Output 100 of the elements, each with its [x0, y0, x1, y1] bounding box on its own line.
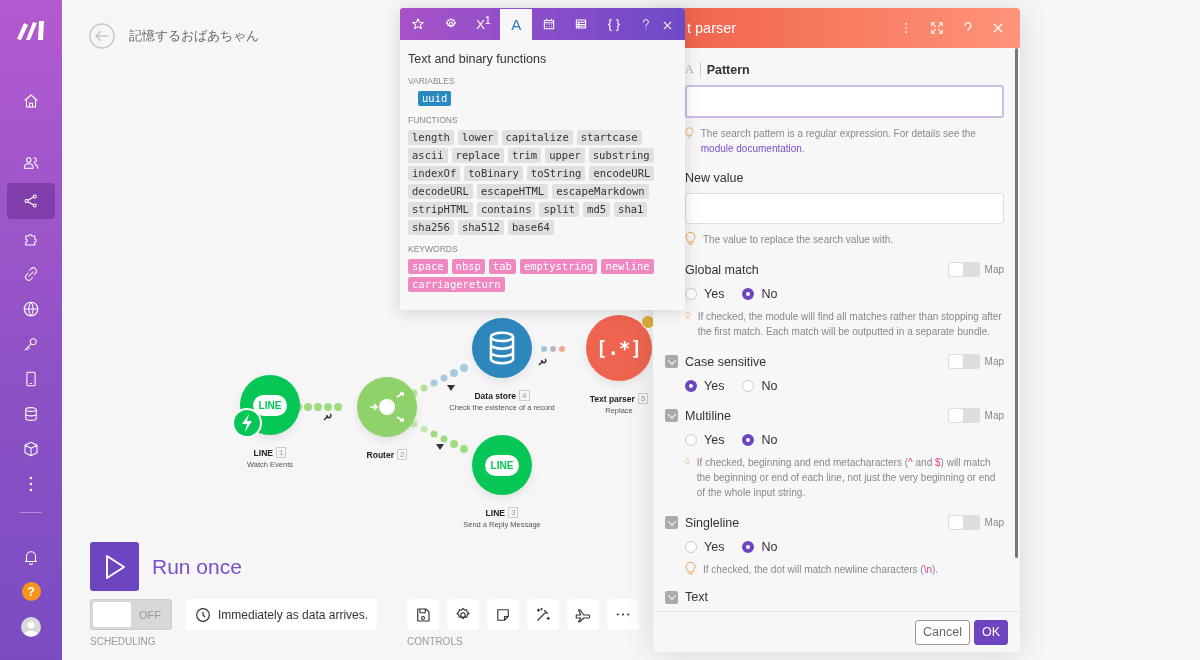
cancel-button[interactable]: Cancel [915, 619, 970, 645]
function-chip[interactable]: substring [588, 148, 654, 163]
data-store-module[interactable] [472, 318, 532, 378]
avatar-icon[interactable] [21, 617, 41, 637]
ok-button[interactable]: OK [973, 619, 1008, 645]
function-chip[interactable]: ascii [408, 148, 448, 163]
map-label: Map [984, 517, 1004, 528]
wrench-icon[interactable] [538, 358, 547, 366]
radio-option[interactable]: Yes [685, 379, 725, 393]
map-toggle[interactable] [947, 262, 980, 277]
checkbox[interactable] [665, 409, 678, 422]
text-input[interactable] [685, 193, 1004, 224]
hint-text: If checked, the module will find all matches rather than stopping after the first match. Each match will be outputted in a separate bundle. [697, 310, 1003, 339]
field-label: Global match [685, 262, 760, 277]
checkbox[interactable] [665, 590, 678, 604]
function-chip[interactable]: base64 [507, 220, 554, 235]
airplane-button[interactable] [567, 599, 600, 630]
variable-chip[interactable]: uuid [418, 91, 452, 106]
module-number: 5 [637, 393, 649, 404]
more-icon [616, 613, 631, 616]
scheduling-caption: SCHEDULING [90, 636, 157, 647]
checkbox[interactable] [665, 355, 678, 368]
more-icon [29, 476, 33, 492]
settings-button[interactable] [447, 599, 480, 630]
function-chip[interactable]: sha256 [408, 220, 454, 235]
radio-option[interactable]: No [742, 540, 778, 554]
function-chip[interactable]: startcase [576, 130, 642, 145]
router-module[interactable] [357, 377, 417, 437]
function-chip[interactable]: contains [476, 202, 536, 217]
field-label: Pattern [706, 62, 751, 77]
text-input[interactable] [685, 85, 1004, 118]
magic-wand-button[interactable] [527, 599, 560, 630]
module-name: Router [366, 449, 394, 460]
radio-option[interactable]: Yes [685, 433, 725, 447]
function-chip[interactable]: indexOf [408, 166, 461, 181]
function-chip[interactable]: decodeURL [408, 184, 473, 199]
share-icon [22, 192, 40, 210]
function-chip[interactable]: capitalize [501, 130, 573, 145]
radio-option[interactable]: No [742, 287, 778, 301]
radio-option[interactable]: No [742, 433, 778, 447]
function-chip[interactable]: toBinary [464, 166, 523, 181]
lightbulb-icon [685, 562, 696, 576]
function-chip[interactable]: encodeURL [589, 166, 655, 181]
tab[interactable]: { } [597, 9, 631, 38]
function-chip[interactable]: lower [457, 130, 498, 145]
scenario-title: 記憶するおばあちゃん [129, 27, 259, 45]
tab[interactable]: A [499, 9, 533, 40]
function-chip[interactable]: sha1 [614, 202, 648, 217]
panel-title: t parser [687, 20, 738, 36]
database-icon [22, 405, 40, 423]
popup-title: Text and binary functions [408, 52, 548, 66]
checkbox[interactable] [665, 516, 678, 529]
connector [410, 364, 468, 397]
field-label: Case sensitive [685, 354, 768, 369]
filter-icon[interactable] [447, 385, 455, 391]
function-chip[interactable]: md5 [583, 202, 611, 217]
hint-text: The search pattern is a regular expression. For details see the module documentation. [700, 127, 977, 156]
bell-icon[interactable] [22, 548, 40, 566]
function-chip[interactable]: length [408, 130, 454, 145]
function-chip[interactable]: trim [507, 148, 542, 163]
controls-caption: CONTROLS [407, 636, 464, 647]
lightning-icon[interactable] [232, 408, 262, 438]
star-icon [411, 16, 426, 31]
map-label: Map [984, 264, 1004, 275]
hint-text: If checked, the dot will match newline characters (\n). [703, 563, 939, 577]
function-chip[interactable]: toString [526, 166, 586, 181]
save-button[interactable] [407, 599, 440, 630]
help-icon[interactable] [961, 21, 975, 35]
filter-icon[interactable] [436, 444, 444, 450]
note-button[interactable] [487, 599, 520, 630]
function-chip[interactable]: escapeMarkdown [552, 184, 649, 199]
connector [541, 346, 565, 352]
calendar-icon [541, 16, 556, 31]
function-chip[interactable]: escapeHTML [476, 184, 549, 199]
radio-option[interactable]: No [742, 379, 778, 393]
function-chip[interactable]: replace [451, 148, 504, 163]
function-chip[interactable]: stripHTML [408, 202, 473, 217]
field-label: Multiline [685, 408, 732, 423]
function-chip[interactable]: sha512 [457, 220, 504, 235]
map-toggle[interactable] [947, 354, 980, 369]
expand-icon[interactable] [930, 21, 944, 35]
radio-option[interactable]: Yes [685, 540, 725, 554]
function-chip[interactable]: upper [545, 148, 585, 163]
tab[interactable]: X$^{1}$ [467, 9, 500, 38]
module-name: LINE [253, 447, 273, 458]
map-toggle[interactable] [947, 515, 980, 530]
key-icon [22, 335, 40, 353]
magic-wand-icon [534, 605, 553, 624]
map-toggle[interactable] [947, 408, 980, 423]
module-number: 4 [519, 390, 530, 401]
function-chip[interactable]: split [539, 202, 580, 217]
documentation-link[interactable]: module documentation [700, 143, 802, 154]
schedule-setting[interactable]: Immediately as data arrives. [186, 599, 378, 630]
nav-item[interactable] [7, 183, 55, 219]
run-once-button[interactable] [90, 542, 139, 591]
close-icon[interactable] [662, 20, 673, 31]
module-name: Text parser [589, 393, 635, 404]
run-once-label[interactable]: Run once [152, 554, 242, 579]
wrench-icon[interactable] [323, 413, 332, 421]
lightbulb-icon [685, 126, 694, 140]
